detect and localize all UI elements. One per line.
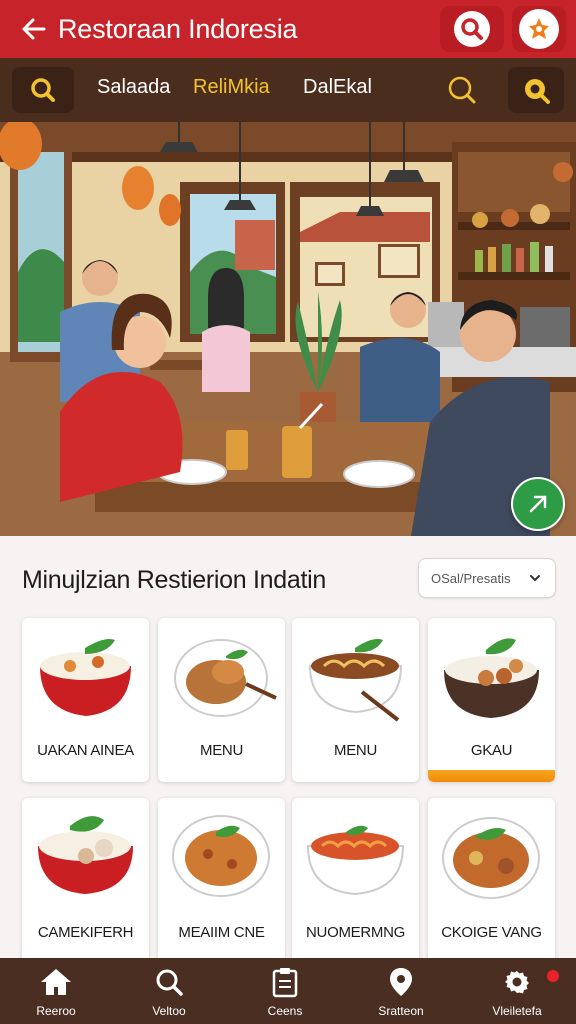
app-header: Restoraan Indoresia [0, 0, 576, 58]
nav-item-settings[interactable]: Vleiletefa [462, 958, 572, 1024]
tab-dalekal[interactable]: DalEkal [303, 76, 372, 99]
header-search-button[interactable] [440, 6, 504, 52]
red-rice-bowl-image [38, 816, 133, 894]
nav-label: Vleiletefa [492, 1004, 542, 1018]
menu-card-1[interactable]: UAKAN AINEA [22, 618, 149, 782]
menu-card-5[interactable]: CAMEKIFERH [22, 798, 149, 966]
nav-item-orders[interactable]: Ceens [230, 958, 340, 1024]
menu-card-label: UAKAN AINEA [37, 742, 134, 759]
sort-dropdown[interactable]: OSal/Presatis [418, 558, 556, 598]
chevron-down-icon [530, 575, 540, 582]
nav-label: Ceens [267, 1004, 303, 1018]
search-icon [461, 18, 483, 40]
rice-bowl-image [40, 639, 131, 716]
category-bar: Salaada ReliMkia DalEkal [0, 58, 576, 122]
app-title: Restoraan Indoresia [58, 13, 298, 44]
header-badge-button[interactable] [512, 6, 566, 52]
search-icon [31, 78, 55, 102]
curry-plate-image [172, 815, 270, 897]
section-title: Minujlzian Restierion Indatin [22, 566, 326, 594]
menu-card-label: CKOIGE VANG [441, 924, 542, 941]
menu-card-label: NUOMERMNG [306, 924, 405, 941]
back-button[interactable] [14, 9, 54, 49]
location-pin-icon [390, 968, 412, 996]
menu-card-6[interactable]: MEAIIM CNE [158, 798, 285, 966]
menu-card-8[interactable]: CKOIGE VANG [428, 798, 555, 966]
arrow-diagonal-icon [529, 495, 547, 513]
menu-card-label: GKAU [470, 742, 513, 759]
menu-section: Minujlzian Restierion Indatin OSal/Presa… [0, 536, 576, 966]
location-search-icon [525, 79, 550, 104]
arrow-left-icon [22, 18, 46, 40]
grilled-plate-image [174, 639, 277, 717]
clipboard-icon [272, 968, 298, 998]
gear-icon [505, 971, 529, 994]
nav-item-home[interactable]: Reeroo [1, 958, 111, 1024]
noodle-bowl-image [308, 639, 403, 722]
nav-item-location[interactable]: Sratteon [346, 958, 456, 1024]
menu-card-7[interactable]: NUOMERMNG [292, 798, 419, 966]
search-icon [156, 969, 183, 996]
sort-label: OSal/Presatis [431, 570, 511, 586]
active-indicator-bar [428, 770, 555, 782]
notification-dot [547, 970, 559, 982]
category-search-button[interactable] [12, 67, 74, 113]
menu-card-2[interactable]: MENU [158, 618, 285, 782]
spaghetti-bowl-image [306, 825, 405, 896]
stir-fry-plate-image [442, 817, 540, 899]
bottom-nav: Reeroo Veltoo Ceens Sratteon Vleiletefa [0, 958, 576, 1024]
menu-card-3[interactable]: MENU [292, 618, 419, 782]
share-fab-button[interactable] [511, 477, 565, 531]
search-icon [448, 76, 476, 104]
home-icon [41, 969, 71, 995]
nav-label: Sratteon [378, 1004, 424, 1018]
menu-card-label: MENU [334, 742, 377, 759]
meatball-bowl-image [444, 638, 539, 718]
filter-search-button[interactable] [440, 70, 484, 110]
tab-salaada[interactable]: Salaada [97, 76, 170, 99]
restaurant-hero-image [0, 122, 576, 536]
menu-card-label: MEAIIM CNE [178, 924, 265, 941]
nav-item-search[interactable]: Veltoo [114, 958, 224, 1024]
nav-label: Veltoo [152, 1004, 186, 1018]
location-button[interactable] [508, 67, 564, 113]
nav-label: Reeroo [36, 1004, 76, 1018]
menu-card-label: CAMEKIFERH [37, 924, 134, 941]
star-badge-icon [529, 18, 549, 39]
menu-card-4[interactable]: GKAU [428, 618, 555, 782]
menu-card-label: MENU [200, 742, 243, 759]
tab-relimkia[interactable]: ReliMkia [193, 76, 270, 99]
